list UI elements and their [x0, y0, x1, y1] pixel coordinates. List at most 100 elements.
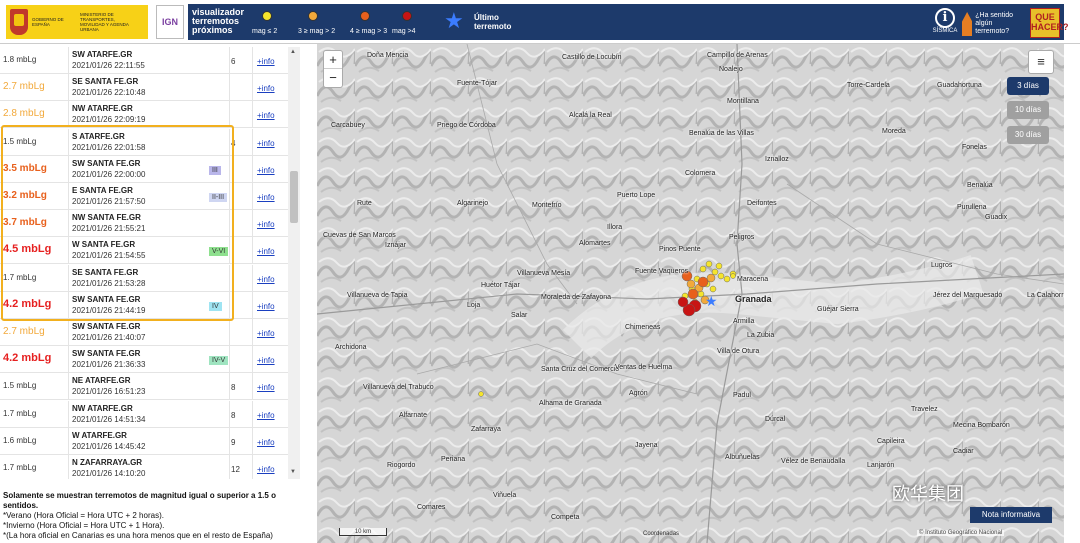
- row-divider: [68, 455, 69, 479]
- place-label: Alomartes: [579, 240, 611, 247]
- more-info-link[interactable]: +info: [257, 57, 275, 66]
- last-quake-star[interactable]: ★: [705, 294, 718, 310]
- list-item[interactable]: 3.5 mbLg SW SANTA FE.GR 2021/01/26 22:00:0…: [0, 155, 288, 183]
- list-item[interactable]: 1.7 mbLg NW ATARFE.GR 2021/01/26 14:51:34 8…: [0, 400, 288, 428]
- what-to-do-button[interactable]: QUE HACER?: [1030, 8, 1069, 38]
- range-3-days-button[interactable]: 3 días: [1007, 77, 1049, 95]
- list-item[interactable]: 1.8 mbLg SW ATARFE.GR 2021/01/26 22:11:55 6…: [0, 47, 288, 74]
- row-divider: [229, 373, 230, 401]
- place-label: Rute: [357, 200, 372, 207]
- datetime: 2021/01/26 21:54:55: [72, 251, 146, 261]
- list-item[interactable]: 2.7 mbLg SE SANTA FE.GR 2021/01/26 22:10:4…: [0, 74, 288, 102]
- row-divider: [229, 183, 230, 210]
- nota-informativa-button[interactable]: Nota informativa: [970, 507, 1052, 523]
- range-30-days-button[interactable]: 30 días: [1007, 126, 1049, 144]
- datetime: 2021/01/26 22:10:48: [72, 88, 146, 98]
- list-item[interactable]: 4.2 mbLg SW SANTA FE.GR 2021/01/26 21:36:3…: [0, 346, 288, 374]
- more-info-link[interactable]: +info: [257, 411, 275, 420]
- list-item[interactable]: 2.7 mbLg SW SANTA FE.GR 2021/01/26 21:40:0…: [0, 319, 288, 346]
- place-label: La Calahorra: [1027, 292, 1064, 299]
- list-item[interactable]: 4.5 mbLg W SANTA FE.GR 2021/01/26 21:54:55…: [0, 237, 288, 265]
- scroll-up-icon[interactable]: ▲: [290, 49, 296, 55]
- row-divider: [229, 427, 230, 455]
- place-label: Lanjarón: [867, 462, 895, 469]
- datetime: 2021/01/26 21:57:50: [72, 197, 146, 206]
- row-divider: [252, 155, 253, 183]
- more-info-link[interactable]: +info: [257, 465, 275, 474]
- datetime: 2021/01/26 14:10:20: [72, 469, 146, 478]
- legend-dot-icon: [360, 11, 370, 21]
- place-label: Villanueva de Tapia: [347, 292, 408, 299]
- place-label: Zafarraya: [471, 426, 501, 433]
- row-divider: [252, 346, 253, 374]
- row-divider: [252, 291, 253, 319]
- more-info-link[interactable]: +info: [257, 111, 275, 120]
- scroll-thumb[interactable]: [290, 171, 298, 223]
- magnitude: 3.2 mbLg: [3, 190, 47, 201]
- row-divider: [229, 319, 230, 346]
- list-scrollbar[interactable]: ▲ ▼: [288, 47, 300, 479]
- magnitude: 1.6 mbLg: [3, 435, 37, 445]
- place-label: Viñuela: [493, 492, 517, 499]
- scroll-down-icon[interactable]: ▼: [290, 469, 296, 475]
- sismica-button[interactable]: i SÍSMICA: [930, 8, 960, 38]
- more-info-link[interactable]: +info: [257, 329, 275, 338]
- list-item[interactable]: 1.5 mbLg S ATARFE.GR 2021/01/26 22:01:58 4 +…: [0, 128, 288, 156]
- more-info-link[interactable]: +info: [257, 84, 275, 93]
- more-info-link[interactable]: +info: [257, 247, 275, 256]
- earthquake-list[interactable]: 1.8 mbLg SW ATARFE.GR 2021/01/26 22:11:55 6…: [0, 47, 300, 479]
- more-info-link[interactable]: +info: [257, 139, 275, 148]
- more-info-link[interactable]: +info: [257, 438, 275, 447]
- place-label: Campillo de Arenas: [707, 52, 768, 59]
- more-info-link[interactable]: +info: [257, 275, 275, 284]
- more-info-link[interactable]: +info: [257, 383, 275, 392]
- map[interactable]: ★ Doña Mencia Castillo de Locubín Campillo…: [317, 44, 1064, 543]
- ign-logo[interactable]: IGN: [156, 5, 184, 39]
- row-divider: [68, 128, 69, 156]
- government-logo[interactable]: GOBIERNO DE ESPAÑA MINISTERIO DE TRANSPO…: [6, 5, 148, 39]
- more-info-link[interactable]: +info: [257, 356, 275, 365]
- star-icon: ★: [444, 8, 464, 33]
- legend-label: mag >4: [392, 28, 416, 35]
- magnitude: 3.7 mbLg: [3, 217, 47, 229]
- place-label: Benalúa: [967, 182, 993, 189]
- list-item[interactable]: 1.7 mbLg N ZAFARRAYA.GR 2021/01/26 14:10:2…: [0, 455, 288, 479]
- more-info-link[interactable]: +info: [257, 166, 275, 175]
- zoom-out-button[interactable]: −: [324, 69, 342, 87]
- intensity-value: 9: [231, 437, 236, 447]
- row-divider: [252, 101, 253, 129]
- magnitude: 3.5 mbLg: [3, 162, 47, 174]
- layers-icon[interactable]: ≡: [1028, 50, 1054, 74]
- place-label: Salar: [511, 312, 528, 319]
- place-label: Riogordo: [387, 462, 416, 469]
- location: SW SANTA FE.GR: [72, 349, 141, 359]
- list-item[interactable]: 4.2 mbLg SW SANTA FE.GR 2021/01/26 21:44:1…: [0, 291, 288, 319]
- list-item[interactable]: 3.2 mbLg E SANTA FE.GR 2021/01/26 21:57:50…: [0, 183, 288, 210]
- more-info-link[interactable]: +info: [257, 220, 275, 229]
- range-10-days-button[interactable]: 10 días: [1007, 101, 1049, 119]
- row-divider: [252, 47, 253, 74]
- coat-of-arms-icon: [10, 9, 28, 35]
- list-item[interactable]: 2.8 mbLg NW ATARFE.GR 2021/01/26 22:09:19 +…: [0, 101, 288, 129]
- list-item[interactable]: 3.7 mbLg NW SANTA FE.GR 2021/01/26 21:55:2…: [0, 210, 288, 238]
- magnitude: 2.7 mbLg: [3, 326, 45, 337]
- list-item[interactable]: 1.6 mbLg W ATARFE.GR 2021/01/26 14:45:42 9 +…: [0, 427, 288, 455]
- zoom-in-button[interactable]: +: [324, 51, 342, 69]
- notes: Solamente se muestran terremotos de magn…: [3, 491, 303, 541]
- intensity-value: 4: [231, 138, 236, 148]
- magnitude: 1.5 mbLg: [3, 381, 37, 391]
- row-divider: [68, 264, 69, 292]
- felt-quake-button[interactable]: ¿Ha sentido algún terremoto?: [962, 10, 1028, 38]
- list-item[interactable]: 1.7 mbLg SE SANTA FE.GR 2021/01/26 21:53:2…: [0, 264, 288, 292]
- legend-dot-icon: [262, 11, 272, 21]
- datetime: 2021/01/26 22:00:00: [72, 169, 146, 179]
- banner: visualizador terremotos próximos mag ≤ 2…: [188, 4, 1069, 40]
- more-info-link[interactable]: +info: [257, 302, 275, 311]
- zoom-control[interactable]: + −: [323, 50, 343, 88]
- place-label: Montillana: [727, 98, 759, 105]
- magnitude: 2.7 mbLg: [3, 81, 45, 93]
- list-item[interactable]: 1.5 mbLg NE ATARFE.GR 2021/01/26 16:51:23 8…: [0, 373, 288, 401]
- place-label: Santa Cruz del Comercio: [541, 366, 620, 373]
- more-info-link[interactable]: +info: [257, 193, 275, 202]
- place-label: Villa de Otura: [717, 348, 760, 355]
